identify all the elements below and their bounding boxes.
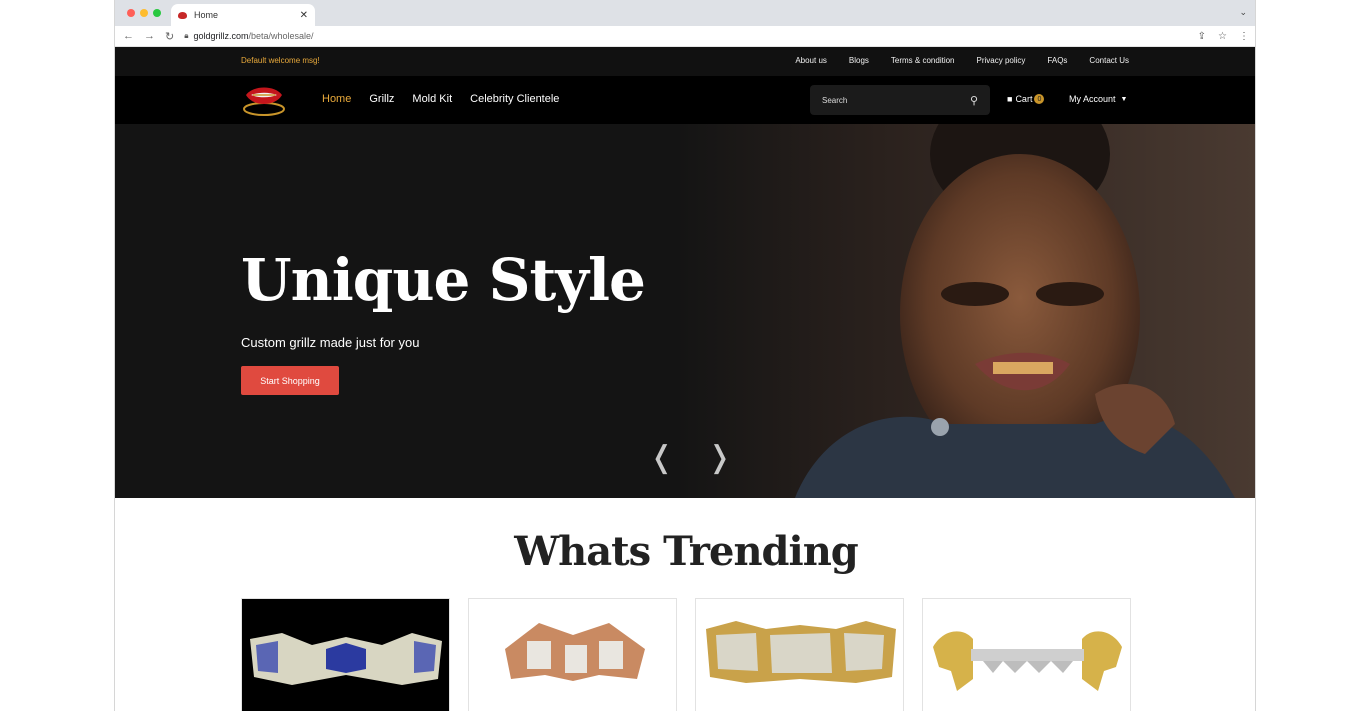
browser-window: Home ✕ ⌄ ← → ↻ 🔒︎ goldgrillz.com/beta/wh… <box>114 0 1256 711</box>
product-card-1[interactable] <box>241 598 450 711</box>
nav-mold-kit[interactable]: Mold Kit <box>412 93 452 105</box>
forward-icon[interactable]: → <box>144 30 155 43</box>
next-arrow-icon[interactable]: ❭ <box>707 440 732 475</box>
cart-count-badge: 0 <box>1034 94 1045 104</box>
product-card-4[interactable] <box>922 598 1131 711</box>
product-image-3 <box>706 621 896 683</box>
url-host: goldgrillz.com <box>193 31 249 41</box>
cart-label: Cart <box>1015 94 1033 104</box>
product-image-1 <box>242 599 449 705</box>
link-faqs[interactable]: FAQs <box>1047 56 1067 65</box>
hero-image <box>675 124 1255 498</box>
hero-slider: Unique Style Custom grillz made just for… <box>115 124 1255 498</box>
minimize-window-button[interactable] <box>140 9 148 17</box>
prev-arrow-icon[interactable]: ❬ <box>649 440 674 475</box>
star-icon[interactable]: ☆ <box>1218 31 1227 42</box>
link-terms[interactable]: Terms & condition <box>891 56 955 65</box>
lock-icon: 🔒︎ <box>184 31 189 40</box>
start-shopping-button[interactable]: Start Shopping <box>241 366 339 395</box>
menu-icon[interactable]: ⋮ <box>1239 31 1249 42</box>
address-bar-row: ← → ↻ 🔒︎ goldgrillz.com/beta/wholesale/ … <box>115 26 1255 47</box>
search-icon[interactable]: ⚲ <box>970 94 978 107</box>
welcome-message: Default welcome msg! <box>241 56 320 65</box>
window-controls <box>127 9 161 17</box>
nav-grillz[interactable]: Grillz <box>369 93 394 105</box>
search-placeholder: Search <box>822 95 848 105</box>
favicon-icon <box>178 11 187 19</box>
search-input[interactable]: Search ⚲ <box>810 85 990 115</box>
product-image-4 <box>933 631 1122 691</box>
link-blogs[interactable]: Blogs <box>849 56 869 65</box>
account-label: My Account <box>1069 94 1116 104</box>
share-icon[interactable]: ⇪ <box>1198 31 1206 42</box>
link-about-us[interactable]: About us <box>795 56 827 65</box>
hero-title: Unique Style <box>241 246 646 314</box>
site-header: Home Grillz Mold Kit Celebrity Clientele… <box>115 76 1255 124</box>
nav-home[interactable]: Home <box>322 93 351 105</box>
trending-products <box>241 598 1131 711</box>
cart-icon: ■ <box>1007 94 1013 104</box>
link-privacy[interactable]: Privacy policy <box>977 56 1026 65</box>
my-account-dropdown[interactable]: My Account ▼ <box>1069 94 1127 104</box>
reload-icon[interactable]: ↻ <box>165 30 174 43</box>
caret-down-icon: ▼ <box>1120 95 1128 103</box>
hero-subtitle: Custom grillz made just for you <box>241 335 420 350</box>
product-image-2 <box>505 623 645 681</box>
cart-button[interactable]: ■ Cart 0 <box>1007 94 1045 104</box>
close-window-button[interactable] <box>127 9 135 17</box>
nav-celebrity-clientele[interactable]: Celebrity Clientele <box>470 93 559 105</box>
tab-search-chevron-icon[interactable]: ⌄ <box>1239 7 1247 18</box>
url-path: /beta/wholesale/ <box>248 31 314 41</box>
site-logo[interactable] <box>241 81 287 117</box>
main-navigation: Home Grillz Mold Kit Celebrity Clientele <box>322 93 559 105</box>
url-field[interactable]: 🔒︎ goldgrillz.com/beta/wholesale/ <box>184 31 313 41</box>
tab-title: Home <box>194 10 219 20</box>
top-links: About us Blogs Terms & condition Privacy… <box>795 56 1129 65</box>
tab-strip: Home ✕ ⌄ <box>115 0 1255 26</box>
browser-tab[interactable]: Home ✕ <box>171 4 315 26</box>
product-card-2[interactable] <box>468 598 677 711</box>
link-contact-us[interactable]: Contact Us <box>1089 56 1129 65</box>
top-info-bar: Default welcome msg! About us Blogs Term… <box>115 47 1255 76</box>
maximize-window-button[interactable] <box>153 9 161 17</box>
section-title-trending: Whats Trending <box>514 528 859 575</box>
tab-close-icon[interactable]: ✕ <box>300 10 308 21</box>
product-card-3[interactable] <box>695 598 904 711</box>
back-icon[interactable]: ← <box>123 30 134 43</box>
